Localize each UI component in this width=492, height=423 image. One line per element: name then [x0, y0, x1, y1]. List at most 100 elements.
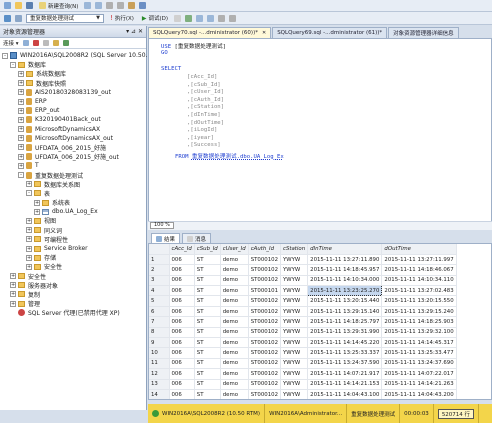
- table-cell[interactable]: demo: [220, 327, 249, 339]
- table-row[interactable]: 5 006 ST demo ST000102 YWYW 2015-11-11 13:20:1…: [149, 295, 457, 307]
- table-cell[interactable]: YWYW: [280, 327, 309, 339]
- db-engine-query-icon[interactable]: [84, 2, 92, 9]
- close-icon[interactable]: ✕: [262, 30, 266, 36]
- tree-node[interactable]: + 视图: [0, 216, 146, 225]
- table-cell[interactable]: 2015-11-11 14:10:34.110: [381, 275, 457, 287]
- table-cell[interactable]: 2015-11-11 13:20:15.550: [381, 295, 457, 307]
- table-cell[interactable]: 2015-11-11 14:04:43.200: [381, 389, 457, 399]
- table-cell[interactable]: ST: [194, 358, 221, 370]
- expand-icon[interactable]: +: [18, 153, 24, 160]
- table-row[interactable]: 2 006 ST demo ST000102 YWYW 2015-11-11 14:18:4…: [149, 264, 457, 276]
- table-cell[interactable]: 2015-11-11 13:25:33.477: [381, 347, 457, 359]
- table-cell[interactable]: 2015-11-11 14:04:43.100: [307, 389, 383, 399]
- tree-node[interactable]: + 存储: [0, 253, 146, 262]
- table-cell[interactable]: demo: [220, 337, 249, 349]
- table-cell[interactable]: 006: [169, 389, 195, 399]
- table-cell[interactable]: 006: [169, 264, 195, 276]
- table-cell[interactable]: ST: [194, 275, 221, 287]
- tree-node[interactable]: + 服务器对象: [0, 281, 146, 290]
- expand-icon[interactable]: +: [26, 254, 32, 261]
- column-header[interactable]: dOutTime: [381, 244, 457, 255]
- row-number[interactable]: 12: [149, 368, 170, 380]
- table-cell[interactable]: 2015-11-11 13:29:32.100: [381, 327, 457, 339]
- expand-icon[interactable]: +: [18, 144, 24, 151]
- collapse-icon[interactable]: -: [26, 190, 32, 197]
- table-cell[interactable]: 2015-11-11 13:29:15.140: [307, 306, 383, 318]
- tree-node[interactable]: - 数据库: [0, 60, 146, 69]
- table-cell[interactable]: YWYW: [280, 389, 309, 399]
- table-cell[interactable]: 006: [169, 368, 195, 380]
- table-cell[interactable]: demo: [220, 389, 249, 399]
- table-cell[interactable]: demo: [220, 347, 249, 359]
- table-cell[interactable]: ST: [194, 264, 221, 276]
- table-cell[interactable]: 006: [169, 337, 195, 349]
- tree-node[interactable]: + 数据库快照: [0, 79, 146, 88]
- column-header[interactable]: cUser_Id: [220, 244, 249, 255]
- analysis-query-icon[interactable]: [95, 2, 103, 9]
- comment-icon[interactable]: [218, 14, 226, 22]
- table-cell[interactable]: 006: [169, 275, 195, 287]
- row-number[interactable]: 5: [149, 295, 170, 307]
- table-row[interactable]: 6 006 ST demo ST000102 YWYW 2015-11-11 13:29:1…: [149, 306, 457, 318]
- table-cell[interactable]: YWYW: [280, 306, 309, 318]
- connect-icon[interactable]: [4, 14, 11, 22]
- table-cell[interactable]: demo: [220, 275, 249, 287]
- tree-node[interactable]: + MicrosoftDynamicsAX: [0, 125, 146, 134]
- table-cell[interactable]: ST: [194, 327, 221, 339]
- row-number[interactable]: 8: [149, 327, 170, 339]
- expand-icon[interactable]: +: [26, 217, 32, 224]
- stop-refresh-icon[interactable]: [42, 40, 49, 46]
- table-cell[interactable]: 2015-11-11 14:18:25.903: [381, 316, 457, 328]
- table-cell[interactable]: 2015-11-11 14:18:46.067: [381, 264, 457, 276]
- table-cell[interactable]: ST000102: [248, 379, 282, 390]
- row-number[interactable]: 14: [149, 389, 170, 399]
- table-cell[interactable]: 006: [169, 379, 195, 390]
- cut-icon[interactable]: [106, 2, 114, 9]
- tab-sqlquery69[interactable]: SQLQuery69.sql -...dministrator (61))*: [272, 27, 388, 38]
- table-cell[interactable]: 006: [169, 295, 195, 307]
- tree-node[interactable]: + 系统数据库: [0, 69, 146, 78]
- tab-results[interactable]: 结果: [151, 233, 181, 243]
- table-cell[interactable]: 006: [169, 285, 195, 297]
- corner-cell[interactable]: [149, 244, 170, 255]
- table-cell[interactable]: ST000102: [248, 337, 282, 349]
- undo-icon[interactable]: [139, 2, 147, 9]
- table-cell[interactable]: 2015-11-11 14:14:45.317: [381, 337, 457, 349]
- table-cell[interactable]: 2015-11-11 14:18:25.797: [307, 316, 383, 328]
- table-cell[interactable]: 006: [169, 254, 195, 266]
- table-row[interactable]: 14 006 ST demo ST000102 YWYW 2015-11-11 14:04:…: [149, 389, 457, 399]
- table-cell[interactable]: ST: [194, 368, 221, 380]
- sql-editor[interactable]: USE [重复数据处理测试] GO SELECT [cAcc_Id] ,[cSub…: [148, 38, 492, 230]
- expand-icon[interactable]: +: [34, 199, 40, 206]
- indent-icon[interactable]: [229, 14, 237, 22]
- table-cell[interactable]: ST000102: [248, 316, 282, 328]
- table-cell[interactable]: ST000102: [248, 347, 282, 359]
- expand-icon[interactable]: +: [18, 116, 24, 123]
- tree-node[interactable]: - WIN2016A\SQL2008R2 (SQL Server 10.50.1: [0, 51, 151, 60]
- tree-node[interactable]: + UFDATA_006_2015_好施: [0, 143, 146, 152]
- expand-icon[interactable]: +: [26, 181, 32, 188]
- table-cell[interactable]: demo: [220, 379, 249, 390]
- open-icon[interactable]: [15, 2, 22, 9]
- zoom-level[interactable]: 100 %: [150, 222, 174, 229]
- expand-icon[interactable]: +: [10, 273, 16, 280]
- table-cell[interactable]: 2015-11-11 13:29:31.990: [307, 327, 383, 339]
- expand-icon[interactable]: +: [18, 98, 24, 105]
- tree-node[interactable]: + AIS20180328083139_out: [0, 88, 146, 97]
- table-cell[interactable]: ST: [194, 337, 221, 349]
- expand-icon[interactable]: +: [18, 162, 24, 169]
- table-cell[interactable]: ST: [194, 285, 221, 297]
- tree-node[interactable]: - 重复数据处理测试: [0, 170, 146, 180]
- row-number[interactable]: 9: [149, 337, 170, 349]
- editor-horizontal-scrollbar[interactable]: [148, 221, 492, 230]
- table-row[interactable]: 10 006 ST demo ST000102 YWYW 2015-11-11 13:25:…: [149, 347, 457, 359]
- results-grid-icon[interactable]: [207, 14, 215, 22]
- table-cell[interactable]: ST: [194, 306, 221, 318]
- column-header[interactable]: cStation: [280, 244, 309, 255]
- expand-icon[interactable]: +: [10, 300, 16, 307]
- table-cell[interactable]: YWYW: [280, 285, 309, 297]
- collapse-icon[interactable]: -: [2, 52, 8, 59]
- table-cell[interactable]: ST000102: [248, 306, 282, 318]
- row-number[interactable]: 1: [149, 254, 170, 266]
- table-cell[interactable]: ST000102: [248, 264, 282, 276]
